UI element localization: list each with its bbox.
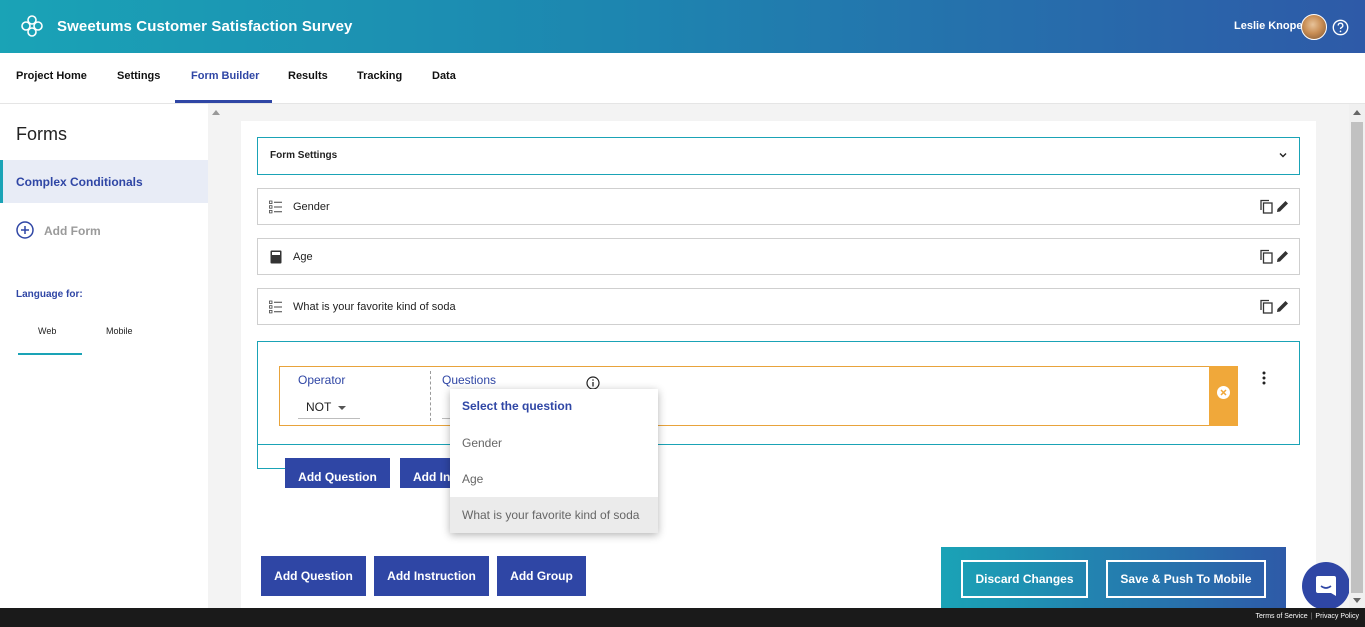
info-icon[interactable] <box>586 376 600 390</box>
add-instruction-button-inner[interactable]: Add Instruction <box>400 458 450 488</box>
save-action-bar: Discard Changes Save & Push To Mobile <box>941 547 1286 608</box>
privacy-policy-link[interactable]: Privacy Policy <box>1315 613 1359 620</box>
terms-of-service-link[interactable]: Terms of Service <box>1255 613 1307 620</box>
form-settings-accordion[interactable]: Form Settings <box>257 137 1300 175</box>
language-label: Language for: <box>16 289 83 300</box>
form-settings-label: Form Settings <box>270 150 338 161</box>
add-form-label: Add Form <box>44 224 101 238</box>
calculator-icon <box>270 250 282 264</box>
question-label: Age <box>293 251 313 263</box>
dropdown-option-age[interactable]: Age <box>450 461 658 497</box>
top-header: Sweetums Customer Satisfaction Survey Le… <box>0 0 1365 53</box>
edit-pencil-icon[interactable] <box>1275 199 1290 214</box>
copy-icon[interactable] <box>1259 199 1274 214</box>
page-footer: Terms of Service | Privacy Policy <box>0 608 1365 627</box>
condition-rule: Operator NOT Questions <box>279 366 1238 426</box>
chat-icon <box>1316 576 1336 596</box>
scroll-up-arrow-icon[interactable] <box>212 110 220 115</box>
copy-icon[interactable] <box>1259 249 1274 264</box>
app-logo-icon[interactable] <box>20 14 44 38</box>
forms-sidebar: Forms Complex Conditionals Add Form Lang… <box>0 104 208 608</box>
language-tab-mobile[interactable]: Mobile <box>106 326 133 336</box>
questions-label: Questions <box>442 373 497 387</box>
active-tab-indicator <box>175 100 272 103</box>
forms-heading: Forms <box>16 124 67 144</box>
dropdown-caret-icon <box>338 406 346 410</box>
tab-bar: Project Home Settings Form Builder Resul… <box>0 53 1365 104</box>
list-icon <box>269 200 282 214</box>
scroll-up-arrow-icon[interactable] <box>1353 110 1361 115</box>
question-dropdown-menu: Select the question Gender Age What is y… <box>450 389 658 533</box>
dropdown-option-label: Gender <box>462 436 503 450</box>
scroll-down-arrow-icon[interactable] <box>1353 598 1361 603</box>
condition-connector <box>257 445 287 469</box>
list-icon <box>269 300 282 314</box>
operator-value: NOT <box>306 400 332 414</box>
more-options-icon[interactable] <box>1258 370 1270 386</box>
page-scrollbar[interactable] <box>1349 104 1365 608</box>
language-tab-indicator <box>18 353 82 355</box>
dropdown-option-label: Age <box>462 472 484 486</box>
question-row-gender[interactable]: Gender <box>257 188 1300 225</box>
tab-tracking[interactable]: Tracking <box>357 70 402 82</box>
save-push-mobile-button[interactable]: Save & Push To Mobile <box>1106 560 1266 598</box>
rule-divider <box>430 371 431 421</box>
question-label: Gender <box>293 201 330 213</box>
app-title: Sweetums Customer Satisfaction Survey <box>57 18 353 35</box>
operator-label: Operator <box>298 373 346 387</box>
tab-form-builder[interactable]: Form Builder <box>191 70 259 82</box>
dropdown-option-favorite-soda[interactable]: What is your favorite kind of soda <box>450 497 658 533</box>
chat-support-button[interactable] <box>1302 562 1350 610</box>
sidebar-item-label: Complex Conditionals <box>16 175 143 189</box>
add-question-button-inner[interactable]: Add Question <box>285 458 390 488</box>
dropdown-option-label: What is your favorite kind of soda <box>462 508 640 522</box>
add-question-button[interactable]: Add Question <box>261 556 366 596</box>
remove-rule-button[interactable] <box>1209 366 1238 426</box>
chevron-down-icon <box>1279 153 1287 158</box>
add-group-button[interactable]: Add Group <box>497 556 586 596</box>
tab-project-home[interactable]: Project Home <box>16 70 87 82</box>
sidebar-item-complex-conditionals[interactable]: Complex Conditionals <box>0 160 208 203</box>
tab-settings[interactable]: Settings <box>117 70 160 82</box>
operator-select[interactable]: NOT <box>298 397 360 419</box>
discard-changes-button[interactable]: Discard Changes <box>961 560 1088 598</box>
question-row-favorite-soda[interactable]: What is your favorite kind of soda <box>257 288 1300 325</box>
language-tab-web[interactable]: Web <box>38 326 56 336</box>
sidebar-scrollbar[interactable] <box>208 104 224 608</box>
close-circle-icon <box>1217 386 1230 399</box>
tab-results[interactable]: Results <box>288 70 328 82</box>
dropdown-option-gender[interactable]: Gender <box>450 425 658 461</box>
add-circle-icon <box>16 221 34 239</box>
dropdown-header: Select the question <box>462 399 573 413</box>
user-name[interactable]: Leslie Knope <box>1234 20 1302 32</box>
footer-links: Terms of Service | Privacy Policy <box>1255 613 1359 620</box>
scrollbar-thumb[interactable] <box>1351 122 1363 593</box>
avatar[interactable] <box>1301 14 1327 40</box>
footer-separator: | <box>1310 613 1313 620</box>
question-label: What is your favorite kind of soda <box>293 301 456 313</box>
edit-pencil-icon[interactable] <box>1275 249 1290 264</box>
help-icon[interactable] <box>1332 19 1349 36</box>
copy-icon[interactable] <box>1259 299 1274 314</box>
question-row-age[interactable]: Age <box>257 238 1300 275</box>
edit-pencil-icon[interactable] <box>1275 299 1290 314</box>
add-instruction-button[interactable]: Add Instruction <box>374 556 489 596</box>
tab-data[interactable]: Data <box>432 70 456 82</box>
